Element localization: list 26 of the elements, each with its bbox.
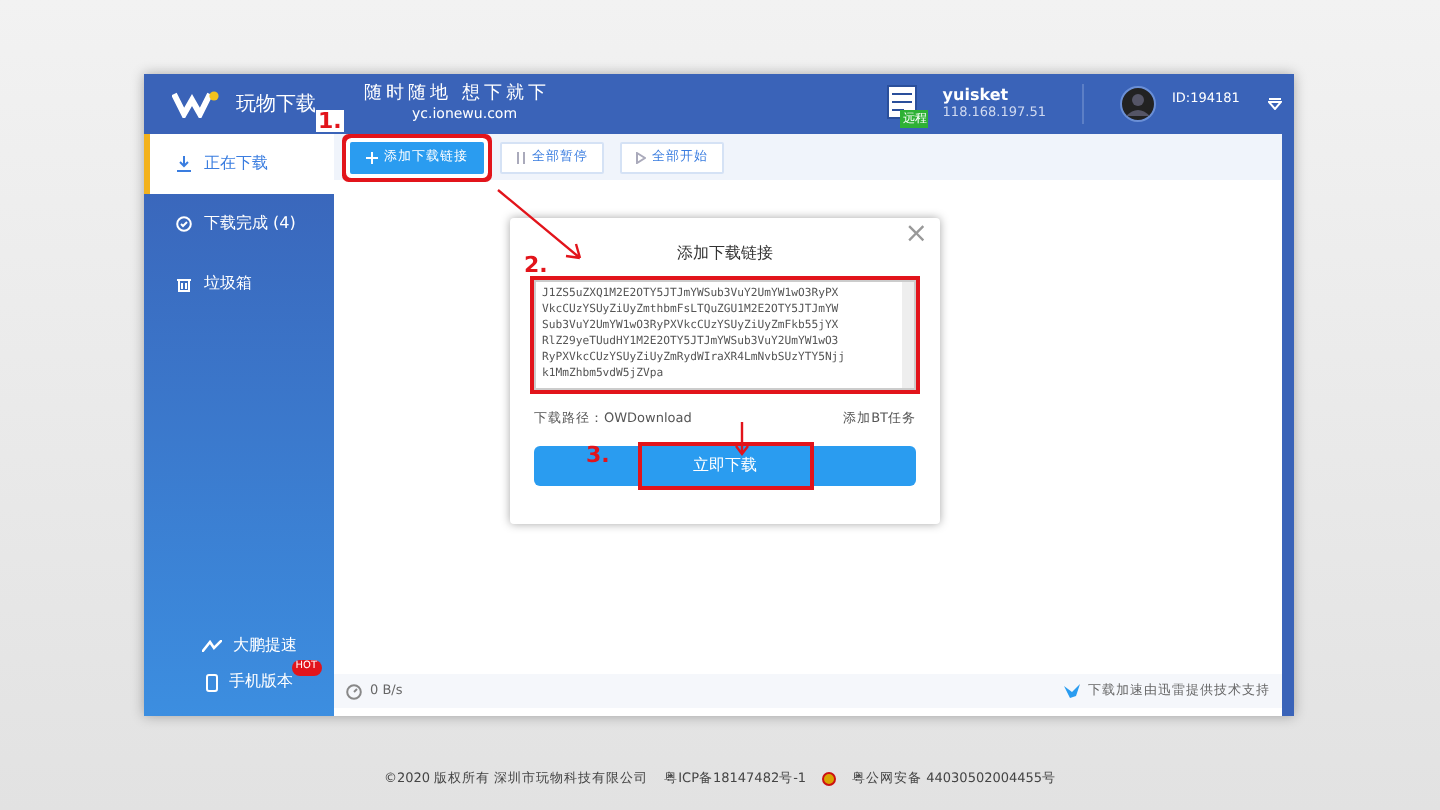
sidebar-item[interactable]: 垃圾箱: [144, 254, 334, 314]
pause-icon: [516, 151, 526, 163]
close-button[interactable]: ×: [904, 220, 928, 248]
step-number: 1.: [316, 110, 344, 132]
speed-icon: [201, 640, 221, 652]
step-number: 3.: [586, 444, 610, 466]
dropdown-icon[interactable]: [1268, 98, 1282, 110]
slogan: 随时随地 想下就下: [364, 86, 550, 104]
link-input-field[interactable]: [534, 280, 916, 390]
speedometer-icon: [346, 683, 362, 699]
police-badge-icon: [822, 772, 837, 787]
annotation-arrow: [734, 422, 750, 456]
step-number: 2.: [524, 254, 548, 276]
bird-icon: [1064, 684, 1080, 698]
sidebar-item[interactable]: 正在下载: [144, 134, 334, 194]
play-icon: [636, 151, 646, 163]
avatar-icon[interactable]: [1120, 86, 1156, 122]
download-icon: [176, 156, 192, 172]
trash-icon: [176, 276, 192, 292]
username: yuisket: [942, 88, 1011, 106]
phone-icon: [205, 673, 217, 691]
check-circle-icon: [176, 216, 192, 232]
app-name: 玩物下载: [236, 91, 316, 119]
plus-icon: [366, 151, 378, 163]
logo-icon: [172, 90, 220, 118]
sidebar-item[interactable]: 下载完成 (4): [144, 194, 334, 254]
